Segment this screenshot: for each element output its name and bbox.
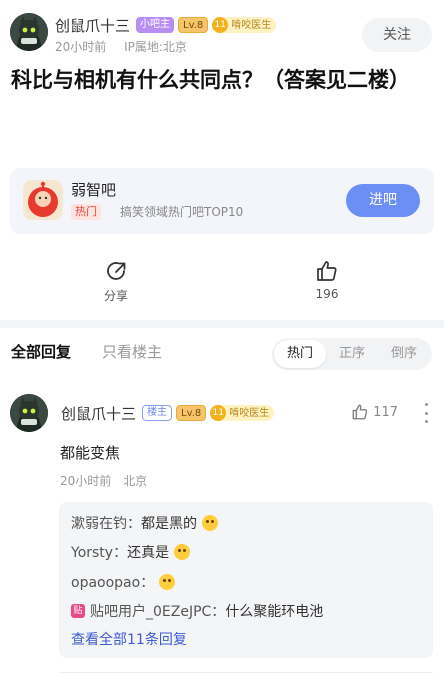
reply-time: 20小时前 [60,474,112,488]
forum-avatar [23,180,63,220]
reply-title-badge-label: 啃咬医生 [229,407,270,419]
medal-icon: 11 [212,17,229,33]
sub-reply-author[interactable]: 漱弱在钓： [71,513,141,533]
owner-badge: 楼主 [142,405,173,421]
view-all-replies-link[interactable]: 查看全部11条回复 [71,629,187,649]
author-name[interactable]: 创鼠爪十三 [55,15,130,36]
sub-reply[interactable]: opaoopao： [71,572,176,592]
share-action[interactable]: 分享 [86,258,146,304]
reply-author-name[interactable]: 创鼠爪十三 [61,403,136,424]
sub-reply-text: 什么聚能环电池 [225,604,324,620]
author-avatar[interactable] [10,13,48,51]
reply-text: 都能变焦 [60,444,121,462]
sub-reply[interactable]: Yorsty： 还真是 [71,542,191,562]
reply-author-row: 创鼠爪十三 楼主 Lv.8 11 啃咬医生 [61,402,278,424]
tab-owner-only[interactable]: 只看楼主 [102,341,162,362]
like-count: 196 [315,287,339,301]
forum-description: 搞笑领域热门吧TOP10 [120,205,244,219]
sub-replies-box[interactable]: 漱弱在钓： 都是黑的 Yorsty： 还真是 opaoopao： 贴 贴吧用户_… [59,502,433,658]
sort-hot[interactable]: 热门 [274,340,326,368]
post-title: 科比与相机有什么共同点？（答案见二楼） [11,68,410,92]
medal-icon: 11 [210,405,227,421]
forum-card[interactable]: 弱智吧 热门 搞笑领域热门吧TOP10 进吧 [10,168,434,234]
sort-desc[interactable]: 倒序 [378,340,430,368]
forum-name: 弱智吧 [71,181,117,199]
hot-tag: 热门 [71,204,101,220]
post-ip: IP属地:北京 [124,40,187,54]
share-icon [107,262,126,280]
astonished-face-emoji-icon [159,574,176,590]
reply-location: 北京 [123,474,148,488]
sub-reply[interactable]: 贴 贴吧用户_0EZeJPC： 什么聚能环电池 [71,601,323,621]
tab-all-replies[interactable]: 全部回复 [11,341,71,362]
admin-badge: 小吧主 [136,17,175,33]
sub-reply-author[interactable]: 贴吧用户_0EZeJPC： [90,601,225,621]
sub-reply-author[interactable]: opaoopao： [71,572,154,592]
author-row: 创鼠爪十三 小吧主 Lv.8 11 啃咬医生 [55,14,280,36]
reply-meta: 20小时前 北京 [60,472,147,489]
sub-reply[interactable]: 漱弱在钓： 都是黑的 [71,513,218,533]
reply-level-badge: Lv.8 [176,405,207,421]
sort-asc[interactable]: 正序 [326,340,378,368]
reply-like-button[interactable]: 117 [351,402,398,422]
post-time: 20小时前 [55,40,107,54]
grinning-face-emoji-icon [202,515,218,531]
level-badge: Lv.8 [178,17,209,33]
post-meta: 20小时前 IP属地:北京 [55,38,187,55]
sub-reply-text: 都是黑的 [141,516,197,532]
sort-toggle: 热门 正序 倒序 [272,338,432,370]
follow-button[interactable]: 关注 [362,18,432,52]
section-divider [0,320,444,328]
reply-like-count: 117 [373,404,398,420]
title-badge: 11 啃咬医生 [212,17,277,33]
title-badge-label: 啃咬医生 [231,19,272,31]
reply-title-badge: 11 啃咬医生 [210,405,275,421]
reply-divider [59,672,433,673]
like-action[interactable]: 196 [297,258,357,301]
share-label: 分享 [103,289,128,303]
thumbs-up-icon [352,404,368,420]
more-options-icon[interactable] [423,403,429,423]
thumbs-up-icon [317,261,337,281]
astonished-face-emoji-icon [174,544,191,560]
enter-forum-button[interactable]: 进吧 [346,184,420,217]
sub-reply-text: 还真是 [127,545,170,561]
reply-author-avatar[interactable] [10,394,48,432]
user-badge-icon: 贴 [71,604,85,618]
sub-reply-author[interactable]: Yorsty： [71,542,127,562]
